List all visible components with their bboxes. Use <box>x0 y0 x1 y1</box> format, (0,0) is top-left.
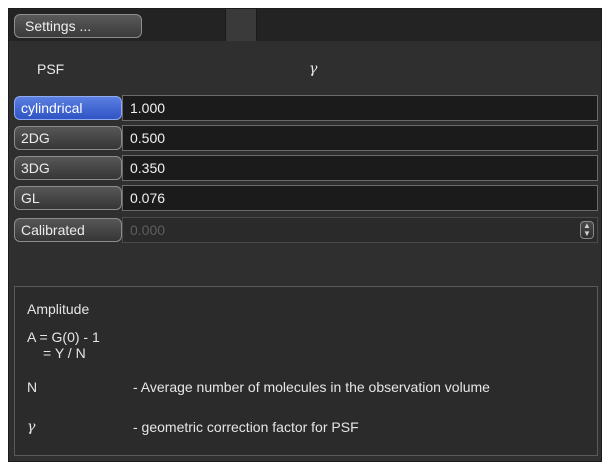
gamma-calibrated-spinbox: 0.000 ▲ ▼ <box>122 217 598 243</box>
top-toolbar: Settings ... <box>9 9 601 41</box>
n-description: - Average number of molecules in the obs… <box>133 379 490 395</box>
gamma-calibrated-value: 0.000 <box>130 222 166 238</box>
settings-button[interactable]: Settings ... <box>14 14 142 38</box>
formula-line-1: A = G(0) - 1 <box>27 329 100 345</box>
psf-column-header: PSF <box>37 61 65 77</box>
psf-2dg-button[interactable]: 2DG <box>14 126 122 150</box>
psf-3dg-button[interactable]: 3DG <box>14 156 122 180</box>
amplitude-title: Amplitude <box>27 301 90 317</box>
gamma-cylindrical-field[interactable]: 1.000 <box>122 95 598 121</box>
gamma-symbol: γ <box>27 419 36 435</box>
gamma-2dg-field[interactable]: 0.500 <box>122 125 598 151</box>
gamma-description: - geometric correction factor for PSF <box>133 419 359 435</box>
gamma-column-header: γ <box>309 61 318 77</box>
gamma-3dg-field[interactable]: 0.350 <box>122 155 598 181</box>
psf-calibrated-button[interactable]: Calibrated <box>14 218 122 242</box>
info-box: Amplitude A = G(0) - 1 = Y / N N - Avera… <box>14 286 598 456</box>
psf-settings-panel: Settings ... PSF γ cylindrical 1.000 2DG… <box>8 8 602 462</box>
toolbar-tab[interactable] <box>225 9 257 41</box>
spin-stepper-icon: ▲ ▼ <box>580 221 594 239</box>
gamma-gl-field[interactable]: 0.076 <box>122 185 598 211</box>
psf-gl-button[interactable]: GL <box>14 186 122 210</box>
psf-cylindrical-button[interactable]: cylindrical <box>14 96 122 120</box>
n-symbol: N <box>27 379 38 395</box>
formula-line-2: = Y / N <box>43 345 86 361</box>
